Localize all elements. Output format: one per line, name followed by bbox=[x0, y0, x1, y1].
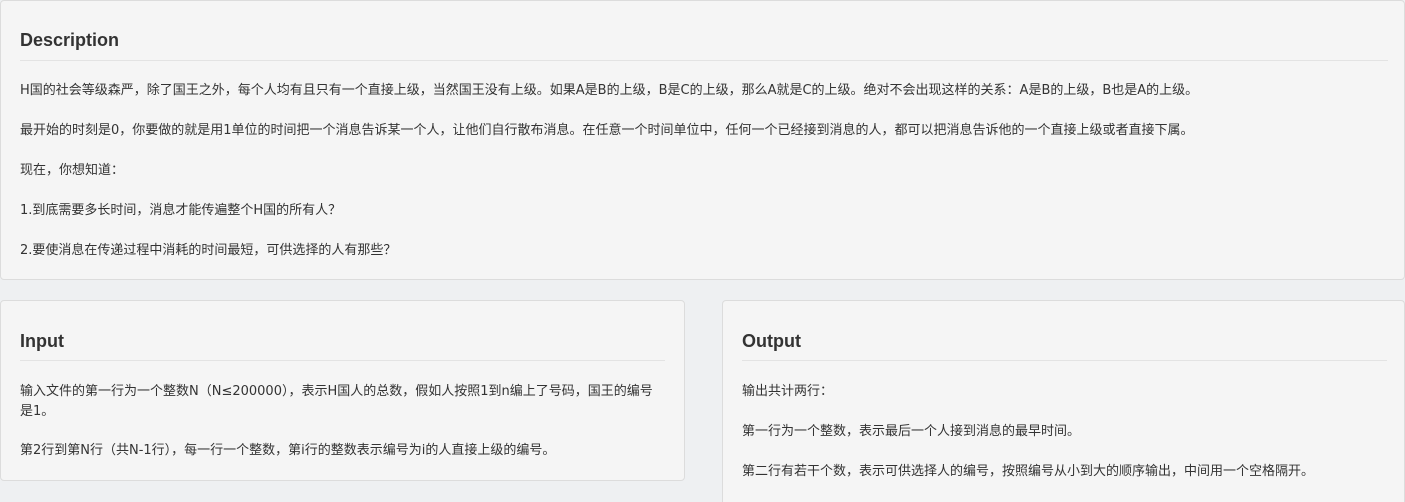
input-paragraph-2: 第2行到第N行（共N-1行），每一行一个整数，第i行的整数表示编号为i的人直接上… bbox=[20, 443, 556, 458]
description-paragraph-5: 2.要使消息在传递过程中消耗的时间最短，可供选择的人有那些？ bbox=[20, 243, 397, 258]
input-divider bbox=[20, 360, 665, 361]
output-panel: Output 输出共计两行： 第一行为一个整数，表示最后一个人接到消息的最早时间… bbox=[722, 300, 1405, 502]
description-title: Description bbox=[20, 30, 120, 50]
output-paragraph-2: 第一行为一个整数，表示最后一个人接到消息的最早时间。 bbox=[742, 424, 1081, 439]
output-divider bbox=[742, 360, 1387, 361]
output-paragraph-3: 第二行有若干个数，表示可供选择人的编号，按照编号从小到大的顺序输出，中间用一个空… bbox=[742, 464, 1315, 479]
description-paragraph-3: 现在，你想知道： bbox=[20, 163, 125, 178]
input-paragraph-1: 输入文件的第一行为一个整数N（N≤200000），表示H国人的总数，假如人按照1… bbox=[20, 384, 653, 419]
description-divider bbox=[20, 60, 1388, 61]
input-panel: Input 输入文件的第一行为一个整数N（N≤200000），表示H国人的总数，… bbox=[0, 300, 685, 481]
description-paragraph-1: H国的社会等级森严，除了国王之外，每个人均有且只有一个直接上级，当然国王没有上级… bbox=[20, 83, 1199, 98]
description-paragraph-2: 最开始的时刻是0，你要做的就是用1单位的时间把一个消息告诉某一个人，让他们自行散… bbox=[20, 123, 1194, 138]
input-title: Input bbox=[20, 331, 64, 351]
description-paragraph-4: 1.到底需要多长时间，消息才能传遍整个H国的所有人？ bbox=[20, 203, 342, 218]
output-title: Output bbox=[742, 331, 801, 351]
output-paragraph-1: 输出共计两行： bbox=[742, 384, 834, 399]
description-panel: Description H国的社会等级森严，除了国王之外，每个人均有且只有一个直… bbox=[0, 0, 1405, 280]
